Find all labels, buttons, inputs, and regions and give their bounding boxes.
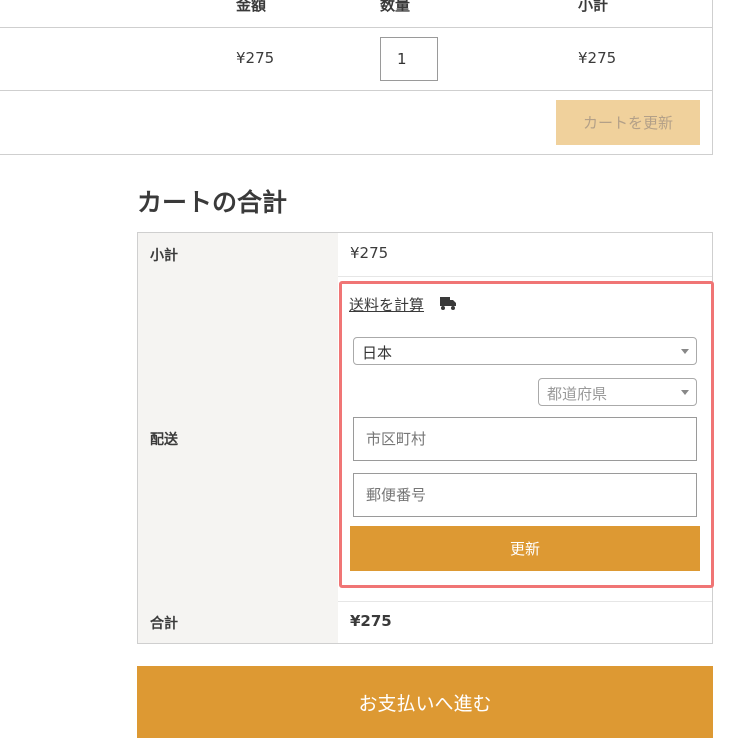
state-select-placeholder: 都道府県 xyxy=(547,385,608,403)
total-label-cell: 合計 xyxy=(138,601,338,643)
shipping-label-cell: 配送 xyxy=(138,276,338,601)
subtotal-label: 小計 xyxy=(150,248,178,264)
table-row: ¥275 ¥275 xyxy=(0,28,712,91)
chevron-down-icon xyxy=(681,349,689,354)
total-label: 合計 xyxy=(150,616,178,632)
chevron-down-icon xyxy=(681,390,689,395)
price-column-header: 金額 xyxy=(236,0,267,14)
update-shipping-button[interactable]: 更新 xyxy=(350,526,700,571)
postcode-input[interactable] xyxy=(353,473,697,517)
country-select-value: 日本 xyxy=(362,344,393,362)
state-select[interactable]: 都道府県 xyxy=(538,378,697,406)
country-select[interactable]: 日本 xyxy=(353,337,697,365)
total-row: 合計 ¥275 xyxy=(138,601,712,643)
shipping-label: 配送 xyxy=(150,432,178,448)
quantity-input[interactable] xyxy=(380,37,438,81)
subtotal-value: ¥275 xyxy=(350,244,389,262)
proceed-to-checkout-button[interactable]: お支払いへ進む xyxy=(137,666,713,738)
item-price: ¥275 xyxy=(236,49,275,67)
city-input[interactable] xyxy=(353,417,697,461)
subtotal-column-header: 小計 xyxy=(578,0,609,14)
item-subtotal: ¥275 xyxy=(578,49,617,67)
cart-table-header: 金額 数量 小計 xyxy=(0,0,712,28)
cart-totals-title: カートの合計 xyxy=(137,188,288,217)
truck-icon xyxy=(440,297,456,310)
quantity-column-header: 数量 xyxy=(380,0,411,14)
subtotal-row: 小計 ¥275 xyxy=(138,233,712,277)
subtotal-label-cell: 小計 xyxy=(138,233,338,276)
calculate-shipping-link[interactable]: 送料を計算 xyxy=(349,294,424,315)
total-value: ¥275 xyxy=(350,612,392,630)
update-cart-button[interactable]: カートを更新 xyxy=(556,100,700,145)
